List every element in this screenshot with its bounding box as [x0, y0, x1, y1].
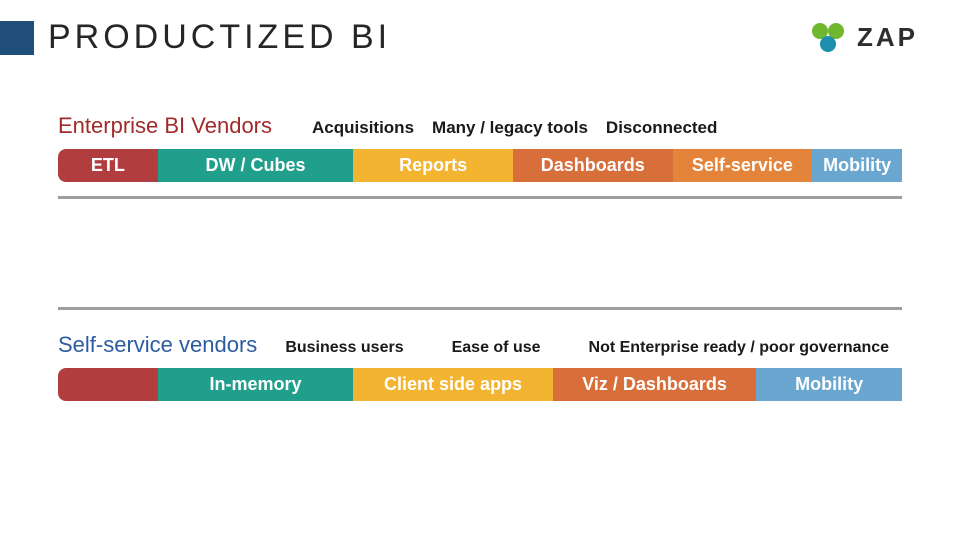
- enterprise-section: Enterprise BI Vendors Acquisitions Many …: [0, 113, 960, 401]
- enterprise-meta-item: Many / legacy tools: [432, 118, 588, 138]
- zap-logo-icon: [809, 20, 847, 54]
- pill-blank: [58, 368, 158, 401]
- enterprise-meta-item: Disconnected: [606, 118, 717, 138]
- selfservice-meta-item: Not Enterprise ready / poor governance: [589, 339, 890, 357]
- page-title: PRODUCTIZED BI: [48, 18, 391, 57]
- enterprise-heading-row: Enterprise BI Vendors Acquisitions Many …: [58, 113, 902, 139]
- enterprise-meta: Acquisitions Many / legacy tools Disconn…: [312, 118, 717, 138]
- selfservice-meta-item: Ease of use: [452, 339, 541, 357]
- selfservice-meta: Business users Ease of use Not Enterpris…: [285, 339, 889, 357]
- selfservice-pill-row: In-memory Client side apps Viz / Dashboa…: [58, 368, 902, 401]
- pill-etl: ETL: [58, 149, 158, 182]
- pill-dashboards: Dashboards: [513, 149, 673, 182]
- pill-dw-cubes: DW / Cubes: [158, 149, 354, 182]
- divider: [58, 196, 902, 199]
- pill-viz-dashboards: Viz / Dashboards: [553, 368, 757, 401]
- selfservice-meta-item: Business users: [285, 339, 403, 357]
- divider: [58, 307, 902, 310]
- pill-client-side-apps: Client side apps: [353, 368, 553, 401]
- enterprise-meta-item: Acquisitions: [312, 118, 414, 138]
- pill-mobility: Mobility: [812, 149, 902, 182]
- pill-mobility-2: Mobility: [756, 368, 902, 401]
- enterprise-heading: Enterprise BI Vendors: [58, 113, 272, 139]
- logo-text: ZAP: [857, 22, 918, 53]
- pill-reports: Reports: [353, 149, 513, 182]
- selfservice-heading-row: Self-service vendors Business users Ease…: [58, 332, 902, 358]
- pill-self-service: Self-service: [673, 149, 813, 182]
- pill-in-memory: In-memory: [158, 368, 354, 401]
- title-accent-block: [0, 21, 34, 55]
- enterprise-pill-row: ETL DW / Cubes Reports Dashboards Self-s…: [58, 149, 902, 182]
- logo: ZAP: [809, 20, 918, 54]
- selfservice-heading: Self-service vendors: [58, 332, 257, 358]
